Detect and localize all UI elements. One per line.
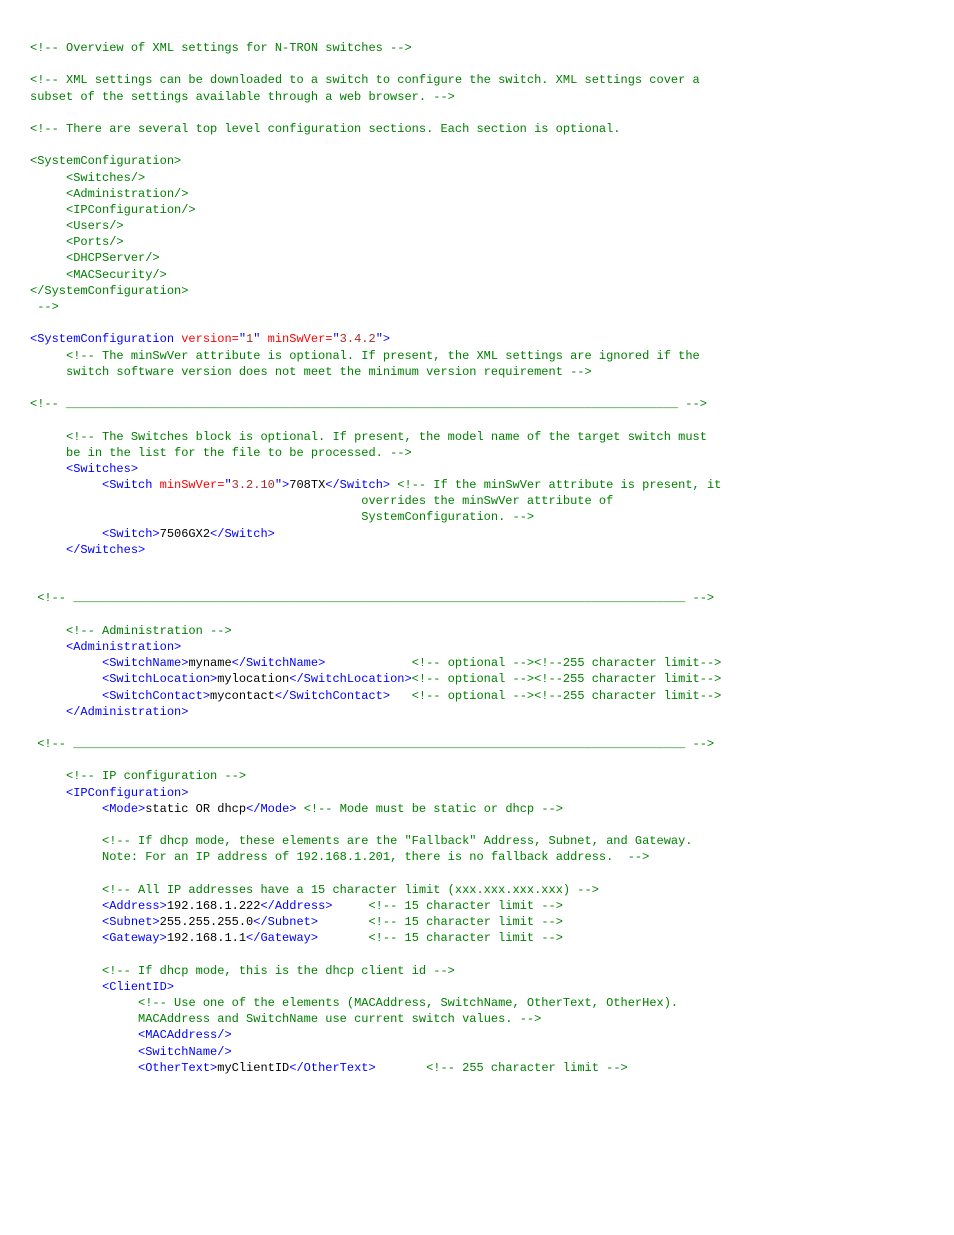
code-line: <!-- The minSwVer attribute is optional.…: [30, 348, 924, 364]
code-line: [30, 947, 924, 963]
code-line: <SystemConfiguration>: [30, 153, 924, 169]
code-line: <Switches/>: [30, 170, 924, 186]
code-line: <SwitchLocation>mylocation</SwitchLocati…: [30, 671, 924, 687]
code-line: overrides the minSwVer attribute of: [30, 493, 924, 509]
code-line: [30, 137, 924, 153]
code-line: <Switch minSwVer="3.2.10">708TX</Switch>…: [30, 477, 924, 493]
code-line: <Mode>static OR dhcp</Mode> <!-- Mode mu…: [30, 801, 924, 817]
code-line: <!-- There are several top level configu…: [30, 121, 924, 137]
code-line: [30, 817, 924, 833]
code-line: <ClientID>: [30, 979, 924, 995]
code-line: </Administration>: [30, 704, 924, 720]
code-line: [30, 558, 924, 574]
code-line: be in the list for the file to be proces…: [30, 445, 924, 461]
code-line: [30, 607, 924, 623]
code-line: [30, 315, 924, 331]
code-line: <Switch>7506GX2</Switch>: [30, 526, 924, 542]
code-line: [30, 752, 924, 768]
code-line: <!-- If dhcp mode, this is the dhcp clie…: [30, 963, 924, 979]
code-line: <OtherText>myClientID</OtherText> <!-- 2…: [30, 1060, 924, 1076]
code-line: <!-- XML settings can be downloaded to a…: [30, 72, 924, 88]
code-line: <!-- ___________________________________…: [30, 396, 924, 412]
code-line: <MACAddress/>: [30, 1027, 924, 1043]
code-line: SystemConfiguration. -->: [30, 509, 924, 525]
code-line: -->: [30, 299, 924, 315]
code-line: <Ports/>: [30, 234, 924, 250]
code-line: <Gateway>192.168.1.1</Gateway> <!-- 15 c…: [30, 930, 924, 946]
code-line: <MACSecurity/>: [30, 267, 924, 283]
code-line: <IPConfiguration>: [30, 785, 924, 801]
code-line: [30, 56, 924, 72]
code-line: Note: For an IP address of 192.168.1.201…: [30, 849, 924, 865]
code-line: [30, 720, 924, 736]
code-line: <!-- Overview of XML settings for N-TRON…: [30, 40, 924, 56]
code-line: <SystemConfiguration version="1" minSwVe…: [30, 331, 924, 347]
code-line: <Subnet>255.255.255.0</Subnet> <!-- 15 c…: [30, 914, 924, 930]
code-line: [30, 412, 924, 428]
code-line: <IPConfiguration/>: [30, 202, 924, 218]
code-line: <Users/>: [30, 218, 924, 234]
xml-code-block: <!-- Overview of XML settings for N-TRON…: [30, 40, 924, 1076]
code-line: <!-- IP configuration -->: [30, 768, 924, 784]
code-line: <Switches>: [30, 461, 924, 477]
code-line: <SwitchName/>: [30, 1044, 924, 1060]
code-line: subset of the settings available through…: [30, 89, 924, 105]
code-line: <!-- ___________________________________…: [30, 590, 924, 606]
code-line: [30, 380, 924, 396]
code-line: MACAddress and SwitchName use current sw…: [30, 1011, 924, 1027]
code-line: <!-- Use one of the elements (MACAddress…: [30, 995, 924, 1011]
code-line: </SystemConfiguration>: [30, 283, 924, 299]
code-line: <!-- The Switches block is optional. If …: [30, 429, 924, 445]
code-line: <Address>192.168.1.222</Address> <!-- 15…: [30, 898, 924, 914]
code-line: <!-- All IP addresses have a 15 characte…: [30, 882, 924, 898]
code-line: [30, 574, 924, 590]
code-line: [30, 105, 924, 121]
code-line: <!-- If dhcp mode, these elements are th…: [30, 833, 924, 849]
code-line: <SwitchName>myname</SwitchName> <!-- opt…: [30, 655, 924, 671]
code-line: <!-- Administration -->: [30, 623, 924, 639]
code-line: <DHCPServer/>: [30, 250, 924, 266]
code-line: <!-- ___________________________________…: [30, 736, 924, 752]
code-line: switch software version does not meet th…: [30, 364, 924, 380]
code-line: <SwitchContact>mycontact</SwitchContact>…: [30, 688, 924, 704]
code-line: </Switches>: [30, 542, 924, 558]
code-line: [30, 866, 924, 882]
code-line: <Administration/>: [30, 186, 924, 202]
code-line: <Administration>: [30, 639, 924, 655]
